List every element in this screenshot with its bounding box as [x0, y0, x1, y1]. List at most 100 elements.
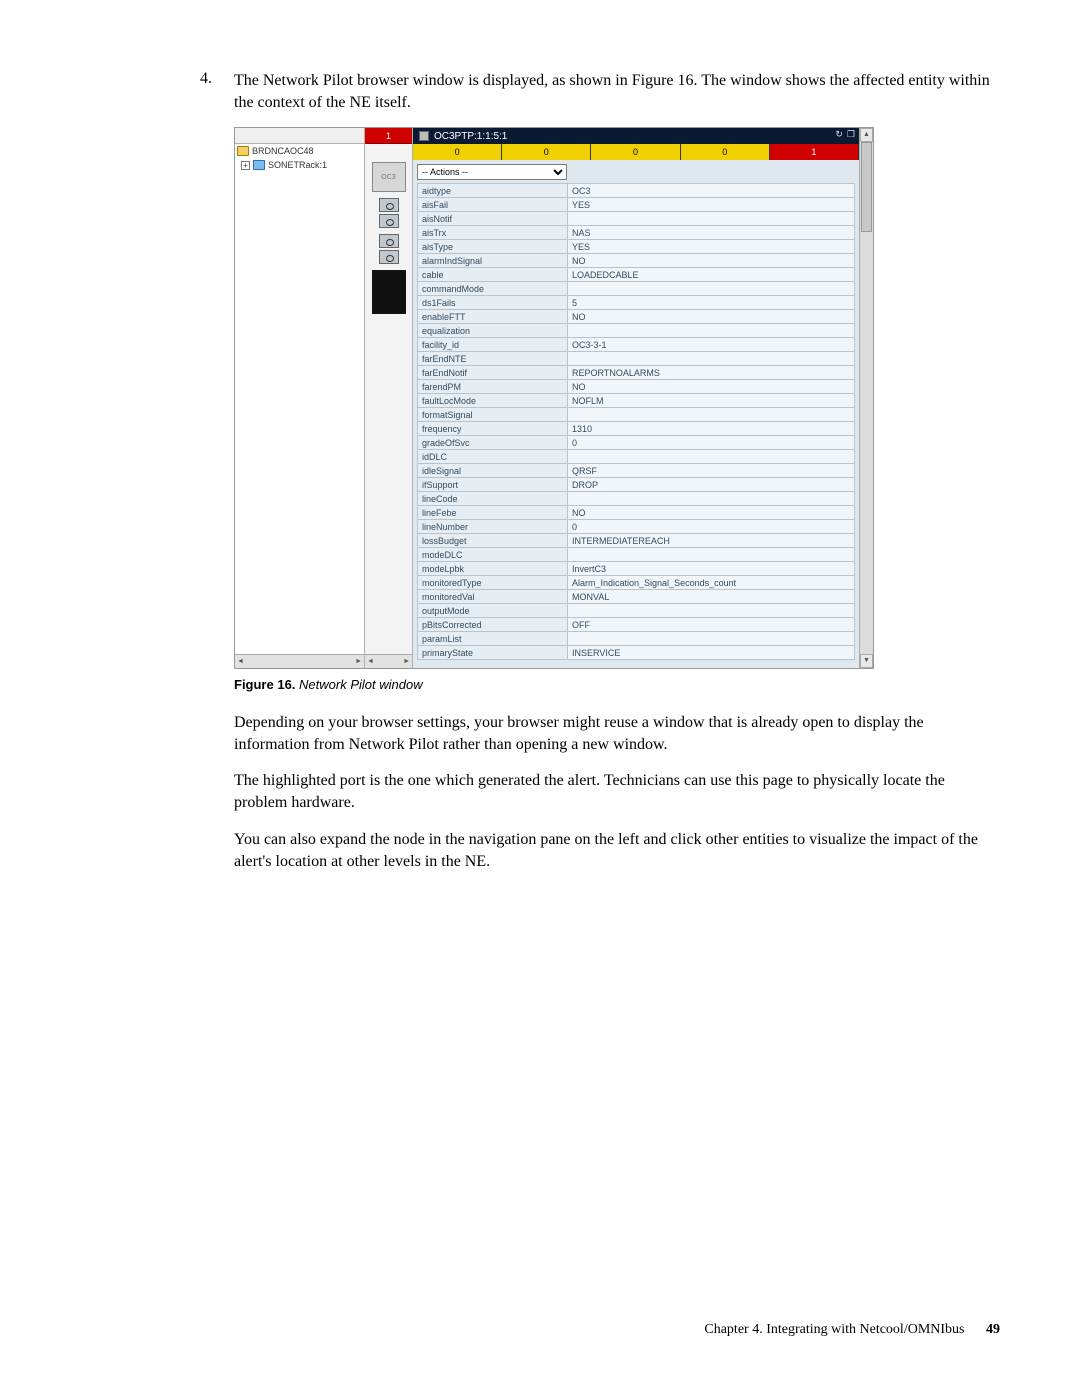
- property-row[interactable]: gradeOfSvc0: [418, 436, 855, 450]
- property-row[interactable]: aisNotif: [418, 212, 855, 226]
- property-key: faultLocMode: [418, 394, 568, 408]
- property-row[interactable]: enableFTTNO: [418, 310, 855, 324]
- scroll-down-icon[interactable]: ▼: [860, 654, 873, 668]
- slot-highlight[interactable]: 1: [365, 128, 412, 144]
- property-row[interactable]: facility_idOC3-3-1: [418, 338, 855, 352]
- property-row[interactable]: lineNumber0: [418, 520, 855, 534]
- property-row[interactable]: faultLocModeNOFLM: [418, 394, 855, 408]
- property-value: REPORTNOALARMS: [568, 366, 855, 380]
- property-row[interactable]: monitoredTypeAlarm_Indication_Signal_Sec…: [418, 576, 855, 590]
- property-value: 0: [568, 436, 855, 450]
- property-row[interactable]: aisTrxNAS: [418, 226, 855, 240]
- property-row[interactable]: aisFailYES: [418, 198, 855, 212]
- property-row[interactable]: farEndNTE: [418, 352, 855, 366]
- property-value: NOFLM: [568, 394, 855, 408]
- property-value: [568, 604, 855, 618]
- window-icon: [419, 131, 429, 141]
- slot-cell[interactable]: 0: [413, 144, 502, 160]
- property-row[interactable]: ifSupportDROP: [418, 478, 855, 492]
- detail-panel: OC3PTP:1:1:5:1 ↻ ❐ 0 0 0 0 1: [413, 128, 873, 668]
- property-key: commandMode: [418, 282, 568, 296]
- nav-child-node[interactable]: + SONETRack:1: [235, 158, 364, 172]
- property-key: aisType: [418, 240, 568, 254]
- property-row[interactable]: aisTypeYES: [418, 240, 855, 254]
- slot-cell[interactable]: 0: [681, 144, 770, 160]
- step-number: 4.: [200, 70, 234, 113]
- property-key: alarmIndSignal: [418, 254, 568, 268]
- port-icon[interactable]: [379, 214, 399, 228]
- property-row[interactable]: farEndNotifREPORTNOALARMS: [418, 366, 855, 380]
- network-pilot-window: BRDNCAOC48 + SONETRack:1 ◄ ► 1: [234, 127, 874, 669]
- figure-title: Network Pilot window: [299, 677, 423, 692]
- property-key: farEndNTE: [418, 352, 568, 366]
- property-key: modeLpbk: [418, 562, 568, 576]
- property-key: farendPM: [418, 380, 568, 394]
- property-row[interactable]: ds1Fails5: [418, 296, 855, 310]
- property-key: equalization: [418, 324, 568, 338]
- actions-dropdown[interactable]: -- Actions --: [417, 164, 567, 180]
- property-row[interactable]: equalization: [418, 324, 855, 338]
- property-row[interactable]: frequency1310: [418, 422, 855, 436]
- property-value: 0: [568, 520, 855, 534]
- property-value: [568, 408, 855, 422]
- property-row[interactable]: modeDLC: [418, 548, 855, 562]
- property-key: enableFTT: [418, 310, 568, 324]
- property-row[interactable]: idleSignalQRSF: [418, 464, 855, 478]
- property-row[interactable]: primaryStateINSERVICE: [418, 646, 855, 660]
- port-icon[interactable]: [379, 198, 399, 212]
- slot-cell[interactable]: 0: [591, 144, 680, 160]
- refresh-icon[interactable]: ↻: [835, 129, 843, 140]
- property-row[interactable]: farendPMNO: [418, 380, 855, 394]
- nav-child-label: SONETRack:1: [268, 160, 327, 170]
- slot-cell[interactable]: 0: [502, 144, 591, 160]
- property-value: NO: [568, 310, 855, 324]
- property-key: ifSupport: [418, 478, 568, 492]
- property-row[interactable]: lineCode: [418, 492, 855, 506]
- property-key: facility_id: [418, 338, 568, 352]
- scroll-right-icon[interactable]: ►: [403, 658, 410, 665]
- figure-label: Figure 16.: [234, 677, 295, 692]
- nav-scrollbar[interactable]: ◄ ►: [235, 654, 364, 668]
- maximize-icon[interactable]: ❐: [847, 129, 855, 140]
- property-value: [568, 492, 855, 506]
- property-row[interactable]: commandMode: [418, 282, 855, 296]
- property-row[interactable]: modeLpbkInvertC3: [418, 562, 855, 576]
- property-key: formatSignal: [418, 408, 568, 422]
- property-row[interactable]: aidtypeOC3: [418, 184, 855, 198]
- property-row[interactable]: lineFebeNO: [418, 506, 855, 520]
- property-key: gradeOfSvc: [418, 436, 568, 450]
- scroll-left-icon[interactable]: ◄: [237, 658, 244, 665]
- property-row[interactable]: formatSignal: [418, 408, 855, 422]
- property-row[interactable]: alarmIndSignalNO: [418, 254, 855, 268]
- property-value: OC3-3-1: [568, 338, 855, 352]
- vertical-scrollbar[interactable]: ▲ ▼: [859, 128, 873, 668]
- paragraph: The highlighted port is the one which ge…: [234, 770, 1000, 814]
- property-key: idDLC: [418, 450, 568, 464]
- property-row[interactable]: monitoredValMONVAL: [418, 590, 855, 604]
- scroll-thumb[interactable]: [861, 142, 872, 232]
- page-number: 49: [986, 1322, 1000, 1337]
- property-value: NAS: [568, 226, 855, 240]
- shelf-scrollbar[interactable]: ◄ ►: [365, 654, 412, 668]
- property-key: monitoredType: [418, 576, 568, 590]
- nav-root-node[interactable]: BRDNCAOC48: [235, 144, 364, 158]
- property-row[interactable]: outputMode: [418, 604, 855, 618]
- slot-cell-alert[interactable]: 1: [770, 144, 859, 160]
- nav-header: [235, 128, 364, 144]
- scroll-left-icon[interactable]: ◄: [367, 658, 374, 665]
- property-value: 5: [568, 296, 855, 310]
- scroll-up-icon[interactable]: ▲: [860, 128, 873, 142]
- port-icon[interactable]: [379, 234, 399, 248]
- property-row[interactable]: lossBudgetINTERMEDIATEREACH: [418, 534, 855, 548]
- property-row[interactable]: idDLC: [418, 450, 855, 464]
- property-row[interactable]: cableLOADEDCABLE: [418, 268, 855, 282]
- property-key: ds1Fails: [418, 296, 568, 310]
- property-row[interactable]: pBitsCorrectedOFF: [418, 618, 855, 632]
- port-icon[interactable]: [379, 250, 399, 264]
- property-value: INTERMEDIATEREACH: [568, 534, 855, 548]
- expand-icon[interactable]: +: [241, 161, 250, 170]
- property-value: Alarm_Indication_Signal_Seconds_count: [568, 576, 855, 590]
- card-module[interactable]: OC3: [372, 162, 406, 192]
- property-row[interactable]: paramList: [418, 632, 855, 646]
- scroll-right-icon[interactable]: ►: [355, 658, 362, 665]
